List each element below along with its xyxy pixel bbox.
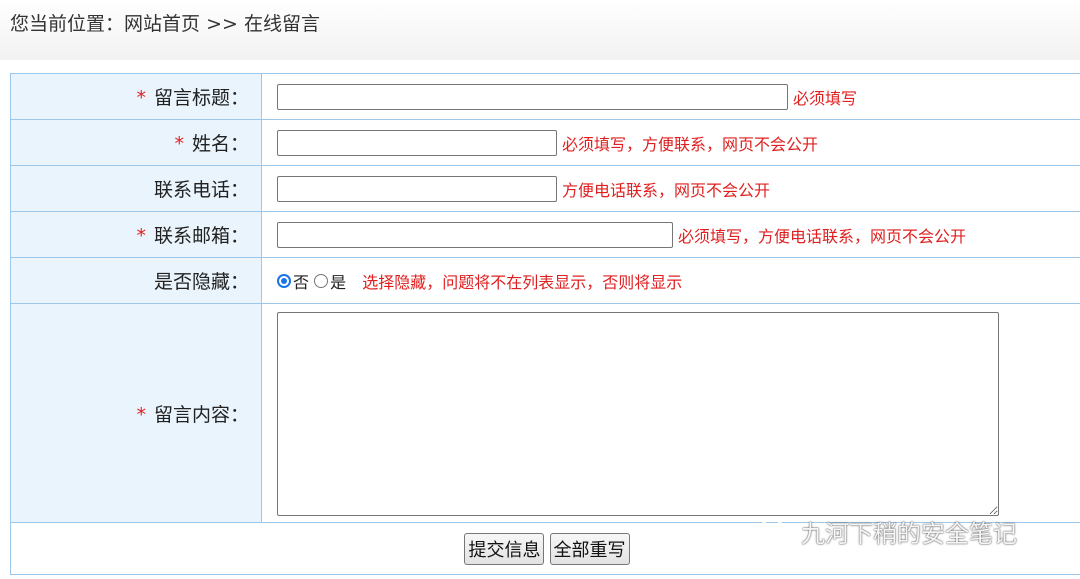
form-row-hidden: 是否隐藏： 否 是 选择隐藏，问题将不在列表显示，否则将显示	[10, 257, 1080, 304]
breadcrumb-separator: >>	[200, 13, 244, 35]
hidden-value-cell: 否 是 选择隐藏，问题将不在列表显示，否则将显示	[261, 257, 1080, 304]
name-hint: 必须填写，方便联系，网页不会公开	[562, 134, 819, 154]
radio-no-label: 否	[293, 272, 310, 292]
radio-option-yes[interactable]: 是	[314, 269, 346, 293]
required-mark: *	[136, 87, 146, 109]
hidden-label-cell: 是否隐藏：	[10, 257, 262, 304]
phone-label-cell: 联系电话：	[10, 165, 262, 212]
phone-value-cell: 方便电话联系，网页不会公开	[261, 165, 1080, 212]
email-hint: 必须填写，方便电话联系，网页不会公开	[678, 226, 967, 246]
email-label-cell: * 联系邮箱：	[10, 211, 262, 258]
title-label-cell: * 留言标题：	[10, 73, 262, 120]
breadcrumb-prefix: 您当前位置：	[10, 13, 125, 35]
submit-button[interactable]: 提交信息	[464, 532, 545, 565]
name-input[interactable]	[277, 129, 557, 156]
breadcrumb-home-link[interactable]: 网站首页	[124, 13, 200, 35]
wechat-icon	[759, 518, 794, 544]
radio-no-button[interactable]	[277, 273, 291, 288]
form-row-content: * 留言内容：	[10, 303, 1080, 523]
phone-hint: 方便电话联系，网页不会公开	[562, 180, 771, 200]
content-label-cell: * 留言内容：	[10, 303, 262, 523]
title-hint: 必须填写	[793, 88, 858, 108]
title-value-cell: 必须填写	[261, 73, 1080, 120]
form-row-email: * 联系邮箱： 必须填写，方便电话联系，网页不会公开	[10, 211, 1080, 258]
name-value-cell: 必须填写，方便联系，网页不会公开	[261, 119, 1080, 166]
email-input[interactable]	[277, 221, 673, 248]
email-label: 联系邮箱：	[153, 225, 249, 247]
form-row-name: * 姓名： 必须填写，方便联系，网页不会公开	[10, 119, 1080, 166]
content-value-cell	[261, 303, 1080, 523]
phone-input[interactable]	[277, 175, 557, 202]
required-mark: *	[136, 403, 146, 426]
phone-label: 联系电话：	[153, 179, 249, 201]
reset-button[interactable]: 全部重写	[549, 532, 630, 565]
radio-yes-label: 是	[330, 272, 347, 292]
email-value-cell: 必须填写，方便电话联系，网页不会公开	[261, 211, 1080, 258]
content-label: 留言内容：	[153, 403, 249, 426]
breadcrumb: 您当前位置：网站首页 >> 在线留言	[10, 9, 320, 36]
form-row-title: * 留言标题： 必须填写	[10, 73, 1080, 120]
message-form: * 留言标题： 必须填写 * 姓名： 必须填写，方便联系，网页不会公开 联系电话： …	[10, 73, 1080, 575]
radio-option-no[interactable]: 否	[277, 269, 309, 293]
watermark-text: 九河下稍的安全笔记	[801, 520, 1017, 548]
content-textarea[interactable]	[277, 312, 999, 516]
radio-yes-button[interactable]	[314, 273, 329, 288]
title-label: 留言标题：	[153, 87, 249, 109]
name-label: 姓名：	[191, 133, 249, 155]
watermark: 九河下稍的安全笔记	[757, 514, 1017, 549]
form-row-phone: 联系电话： 方便电话联系，网页不会公开	[10, 165, 1080, 212]
name-label-cell: * 姓名：	[10, 119, 262, 166]
title-input[interactable]	[277, 83, 788, 110]
hidden-label: 是否隐藏：	[153, 271, 249, 293]
breadcrumb-current: 在线留言	[243, 13, 320, 35]
required-mark: *	[174, 133, 184, 155]
hidden-hint: 选择隐藏，问题将不在列表显示，否则将显示	[362, 272, 683, 292]
required-mark: *	[136, 225, 146, 247]
header-bar: 您当前位置：网站首页 >> 在线留言	[0, 0, 1080, 60]
